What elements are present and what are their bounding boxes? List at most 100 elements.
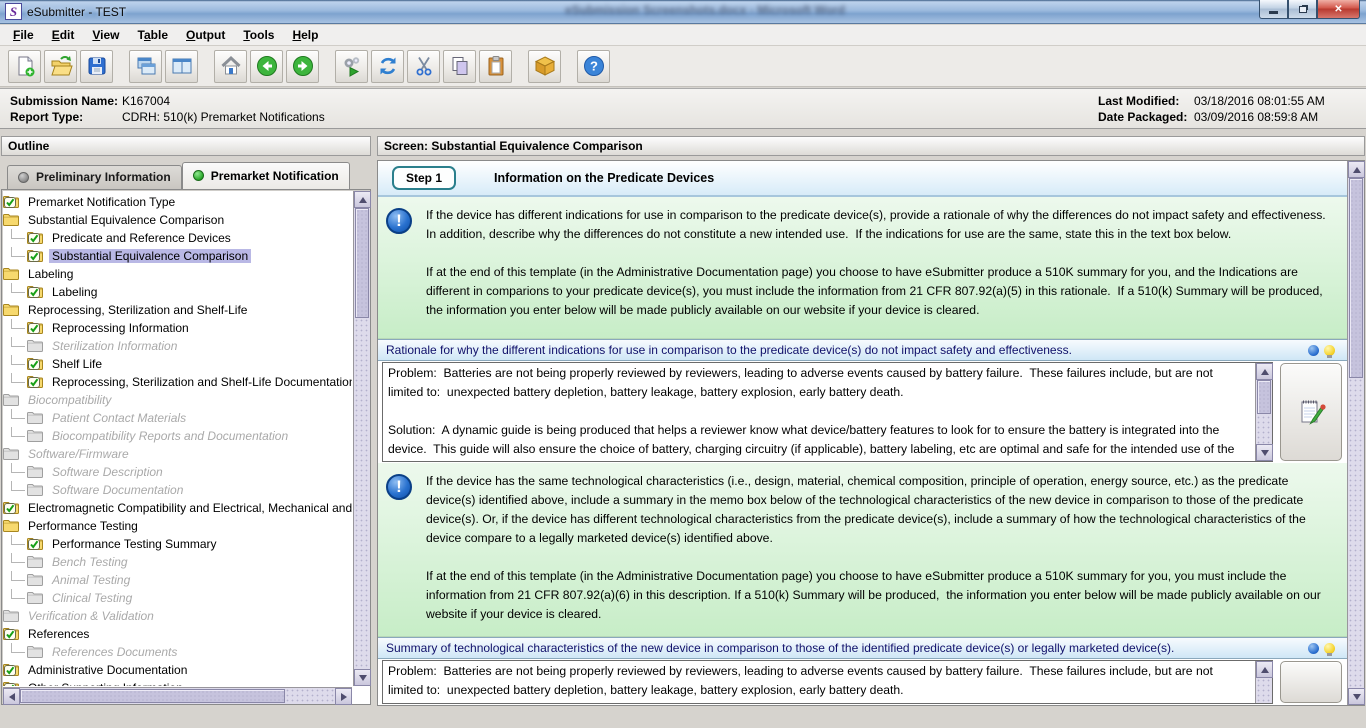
outline-tabs: Preliminary Information Premarket Notifi… [1, 160, 371, 189]
tree-item[interactable]: Predicate and Reference Devices [3, 229, 352, 247]
scroll-up-button[interactable] [1348, 161, 1365, 178]
menu-view[interactable]: View [83, 25, 128, 45]
save-button[interactable] [80, 49, 113, 83]
refresh-button[interactable] [371, 49, 404, 83]
tree-item[interactable]: Administrative Documentation [3, 661, 352, 679]
scroll-track[interactable] [20, 688, 335, 704]
back-button[interactable] [250, 49, 283, 83]
scroll-left-button[interactable] [3, 688, 20, 705]
folder-checked-icon [3, 195, 21, 209]
package-icon [534, 56, 555, 76]
menu-file[interactable]: File [4, 25, 43, 45]
outline-tree-panel: Premarket Notification Type Substantial E… [1, 189, 371, 705]
tree-item[interactable]: Animal Testing [3, 571, 352, 589]
menu-edit[interactable]: Edit [43, 25, 84, 45]
tree-item[interactable]: Labeling [3, 265, 352, 283]
open-project-button[interactable] [44, 49, 77, 83]
scroll-track[interactable] [1256, 678, 1272, 703]
scroll-thumb[interactable] [20, 689, 285, 703]
scroll-down-button[interactable] [1256, 444, 1273, 461]
tree-item[interactable]: Clinical Testing [3, 589, 352, 607]
home-button[interactable] [214, 49, 247, 83]
run-tools-button[interactable] [335, 49, 368, 83]
tree-item[interactable]: Premarket Notification Type [3, 193, 352, 211]
tree-item[interactable]: Patient Contact Materials [3, 409, 352, 427]
tree-item[interactable]: Reprocessing, Sterilization and Shelf-Li… [3, 301, 352, 319]
new-document-button[interactable] [8, 49, 41, 83]
tree-item[interactable]: Substantial Equivalence Comparison [3, 211, 352, 229]
edit-memo-button[interactable] [1280, 363, 1342, 461]
info-exclamation-icon [386, 474, 412, 500]
tree-item[interactable]: Software/Firmware [3, 445, 352, 463]
scroll-down-button[interactable] [1348, 688, 1365, 705]
note-icon[interactable] [1308, 642, 1319, 654]
memo-vertical-scrollbar[interactable] [1255, 661, 1273, 703]
folder-checked-icon [3, 501, 21, 515]
scroll-up-button[interactable] [354, 191, 371, 208]
tree-item[interactable]: Verification & Validation [3, 607, 352, 625]
tree-item[interactable]: Software Documentation [3, 481, 352, 499]
tree-item[interactable]: Shelf Life [3, 355, 352, 373]
tab-premarket-notification[interactable]: Premarket Notification [181, 162, 350, 189]
tree-item[interactable]: Labeling [3, 283, 352, 301]
rationale-memo-field[interactable]: Problem: Batteries are not being properl… [383, 363, 1255, 461]
package-submission-button[interactable] [528, 49, 561, 83]
tree-item[interactable]: References [3, 625, 352, 643]
scroll-up-button[interactable] [1256, 363, 1273, 380]
tab-preliminary-information[interactable]: Preliminary Information [7, 165, 182, 189]
cut-button[interactable] [407, 49, 440, 83]
tree-item[interactable]: Biocompatibility Reports and Documentati… [3, 427, 352, 445]
scroll-down-button[interactable] [354, 669, 371, 686]
scroll-thumb[interactable] [355, 208, 369, 318]
close-button[interactable]: ✕ [1317, 0, 1360, 19]
tree-item[interactable]: Other Supporting Information [3, 679, 352, 686]
tree-item-label: Labeling [52, 285, 98, 299]
forward-button[interactable] [286, 49, 319, 83]
tree-item[interactable]: Reprocessing, Sterilization and Shelf-Li… [3, 373, 352, 391]
tree-item[interactable]: Substantial Equivalence Comparison [3, 247, 352, 265]
lightbulb-icon[interactable] [1324, 344, 1335, 358]
folder-disabled-icon [27, 483, 45, 497]
paste-button[interactable] [479, 49, 512, 83]
menu-tools[interactable]: Tools [234, 25, 283, 45]
lightbulb-icon[interactable] [1324, 642, 1335, 656]
scroll-thumb[interactable] [1257, 380, 1271, 414]
date-packaged-label: Date Packaged: [1098, 110, 1188, 124]
tree-item-label: Animal Testing [52, 573, 131, 587]
help-button[interactable]: ? [577, 49, 610, 83]
cascade-windows-button[interactable] [129, 49, 162, 83]
summary-section-bar: Summary of technological characteristics… [378, 637, 1347, 659]
memo-vertical-scrollbar[interactable] [1255, 363, 1273, 461]
restore-button[interactable] [1288, 0, 1317, 19]
tree-horizontal-scrollbar[interactable] [3, 687, 352, 705]
scroll-up-button[interactable] [1256, 661, 1273, 678]
tree-item[interactable]: Reprocessing Information [3, 319, 352, 337]
copy-button[interactable] [443, 49, 476, 83]
tree-item[interactable]: Bench Testing [3, 553, 352, 571]
edit-memo-button[interactable] [1280, 661, 1342, 703]
summary-memo-field[interactable]: Problem: Batteries are not being properl… [383, 661, 1255, 703]
tree-item[interactable]: References Documents [3, 643, 352, 661]
step-badge: Step 1 [392, 166, 457, 190]
scroll-right-button[interactable] [335, 688, 352, 705]
note-icon[interactable] [1308, 344, 1319, 356]
menu-table[interactable]: Table [129, 25, 177, 45]
minimize-button[interactable] [1259, 0, 1288, 19]
gears-run-icon [344, 57, 359, 77]
split-view-button[interactable] [165, 49, 198, 83]
scroll-track[interactable] [1256, 380, 1272, 444]
menu-help[interactable]: Help [283, 25, 327, 45]
tree-connector [11, 355, 25, 365]
tree-item[interactable]: Sterilization Information [3, 337, 352, 355]
tree-item[interactable]: Performance Testing Summary [3, 535, 352, 553]
tree-item[interactable]: Performance Testing [3, 517, 352, 535]
menu-output[interactable]: Output [177, 25, 234, 45]
main-vertical-scrollbar[interactable] [1347, 161, 1365, 705]
scroll-track[interactable] [354, 208, 370, 669]
scroll-track[interactable] [1348, 178, 1364, 688]
tree-vertical-scrollbar[interactable] [353, 191, 371, 686]
tree-item[interactable]: Biocompatibility [3, 391, 352, 409]
tree-item[interactable]: Electromagnetic Compatibility and Electr… [3, 499, 352, 517]
tree-item[interactable]: Software Description [3, 463, 352, 481]
scroll-thumb[interactable] [1349, 178, 1363, 378]
